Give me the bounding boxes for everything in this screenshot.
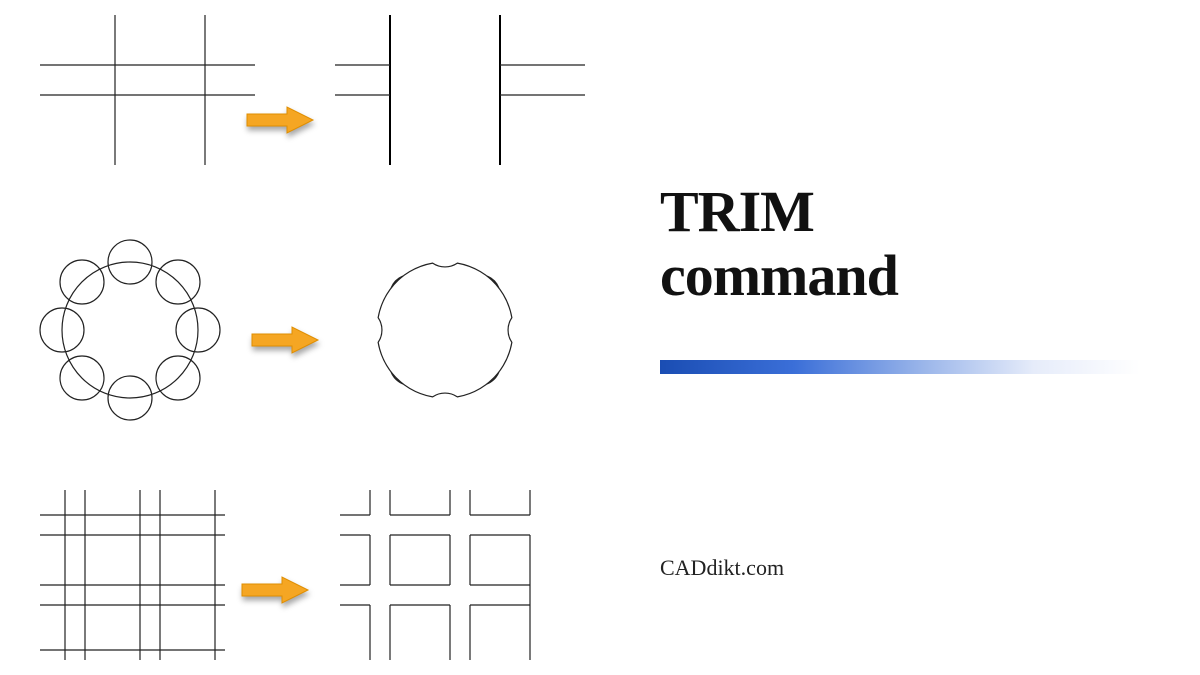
- row1-before: [30, 10, 260, 170]
- title-underline: [660, 360, 1140, 374]
- row3-after: [330, 480, 550, 670]
- row1-after: [330, 10, 590, 170]
- arrow-icon: [250, 325, 320, 355]
- title-line-2: command: [660, 243, 898, 308]
- title-line-1: TRIM: [660, 179, 814, 244]
- credit-text: CADdikt.com: [660, 555, 784, 581]
- diagram-row-3: [30, 480, 590, 670]
- row3-before: [30, 480, 230, 670]
- arrow-icon: [245, 105, 315, 135]
- diagram-row-2: [30, 230, 590, 430]
- diagram-row-1: [30, 10, 590, 180]
- row2-after: [345, 230, 545, 430]
- row2-before: [30, 230, 230, 430]
- text-column: TRIM command CADdikt.com: [660, 0, 1200, 675]
- diagram-column: [0, 0, 600, 675]
- arrow-icon: [240, 575, 310, 605]
- page-title: TRIM command: [660, 180, 898, 308]
